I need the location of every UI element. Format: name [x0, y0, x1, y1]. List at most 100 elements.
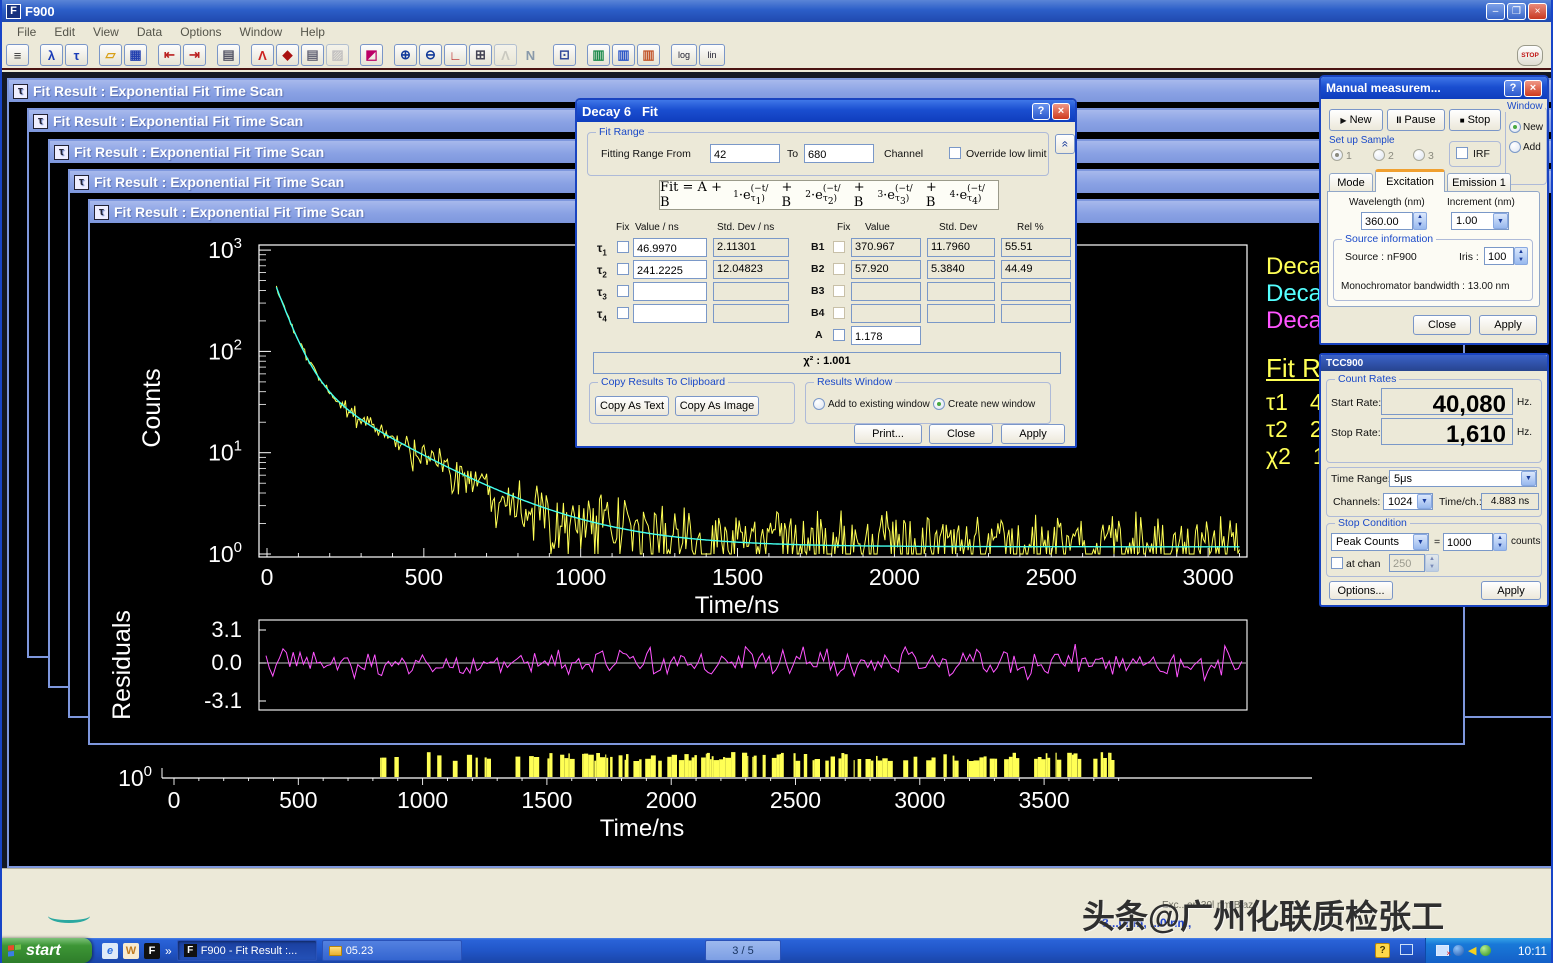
options-button[interactable]: Options...: [1329, 581, 1393, 600]
decay-fit-dialog[interactable]: Decay 6 Fit ? × Fit Range Fitting Range …: [575, 98, 1077, 448]
fix-a-checkbox[interactable]: [833, 329, 845, 341]
menu-window[interactable]: Window: [231, 23, 292, 41]
at-chan-checkbox[interactable]: [1331, 557, 1343, 569]
at-chan-input[interactable]: [1389, 554, 1425, 572]
copy-as-image-button[interactable]: Copy As Image: [675, 396, 759, 416]
iris-spinner[interactable]: ▲▼: [1514, 247, 1528, 265]
menu-help[interactable]: Help: [291, 23, 334, 41]
updates-icon[interactable]: [1453, 945, 1464, 956]
tau-value-input[interactable]: [633, 282, 707, 301]
tau-value-input[interactable]: [633, 238, 707, 257]
quicklaunch-overflow-chevron[interactable]: »: [165, 944, 172, 958]
lin-scale-button[interactable]: lin: [699, 44, 725, 66]
shift-scans-icon[interactable]: ▥: [637, 44, 660, 66]
sample-3-radio[interactable]: [1413, 149, 1425, 161]
task-button[interactable]: FF900 - Fit Result :...: [177, 940, 317, 961]
tau-value-input[interactable]: [633, 304, 707, 323]
restore-button[interactable]: ❐: [1507, 3, 1526, 20]
close-icon[interactable]: ×: [1524, 80, 1542, 97]
time-range-dropdown[interactable]: 5μs: [1389, 470, 1537, 487]
window-tray-icon[interactable]: [1400, 944, 1413, 955]
tab-emission-1[interactable]: Emission 1: [1447, 173, 1511, 192]
zoom-out-icon[interactable]: ⊖: [419, 44, 442, 66]
fix-b-checkbox[interactable]: [833, 307, 845, 319]
palette-icon[interactable]: ◩: [360, 44, 383, 66]
export-data-icon[interactable]: ⇥: [183, 44, 206, 66]
tcc900-panel[interactable]: TCC900 Count Rates Start Rate: 40,080 Hz…: [1319, 353, 1549, 607]
nvidia-tray-icon[interactable]: [1480, 945, 1491, 956]
manual-apply-button[interactable]: Apply: [1479, 315, 1537, 335]
grid-icon[interactable]: ⊞: [469, 44, 492, 66]
fit-curve-icon[interactable]: Λ: [251, 44, 274, 66]
irf-checkbox[interactable]: [1456, 147, 1468, 159]
open-file-icon[interactable]: ▱: [99, 44, 122, 66]
tab-mode[interactable]: Mode: [1329, 173, 1373, 192]
menu-file[interactable]: File: [8, 23, 45, 41]
f900-quicklaunch-icon[interactable]: F: [144, 943, 160, 959]
combine-scans-icon[interactable]: ▥: [587, 44, 610, 66]
menu-options[interactable]: Options: [171, 23, 230, 41]
volume-icon[interactable]: ◀: [1468, 944, 1476, 957]
tau-value-input[interactable]: [633, 260, 707, 279]
fix-tau-checkbox[interactable]: [617, 307, 629, 319]
task-button[interactable]: 05.23: [322, 940, 462, 961]
close-icon[interactable]: ×: [1052, 103, 1070, 120]
stop-measurement-button[interactable]: ■ Stop: [1449, 109, 1501, 131]
dialog-close-button[interactable]: Close: [929, 424, 993, 444]
menu-edit[interactable]: Edit: [45, 23, 84, 41]
pause-measurement-button[interactable]: II Pause: [1387, 109, 1445, 131]
sample-2-radio[interactable]: [1373, 149, 1385, 161]
copy-as-text-button[interactable]: Copy As Text: [595, 396, 669, 416]
override-checkbox[interactable]: [949, 147, 961, 159]
menu-toggle-icon[interactable]: ≡: [6, 44, 29, 66]
menu-view[interactable]: View: [84, 23, 128, 41]
diamond-tool-icon[interactable]: ◆: [276, 44, 299, 66]
help-tray-icon[interactable]: ?: [1375, 943, 1390, 958]
collapse-chevron-button[interactable]: «: [1055, 134, 1075, 154]
a-value-input[interactable]: [851, 326, 921, 345]
minimize-button[interactable]: –: [1486, 3, 1505, 20]
manual-close-button[interactable]: Close: [1413, 315, 1471, 335]
print-button[interactable]: Print...: [854, 424, 922, 444]
iris-input[interactable]: [1484, 247, 1514, 265]
peak-icon[interactable]: Λ: [494, 44, 517, 66]
window-new-radio[interactable]: [1509, 121, 1521, 133]
fix-b-checkbox[interactable]: [833, 241, 845, 253]
axes-icon[interactable]: ∟: [444, 44, 467, 66]
close-button[interactable]: ×: [1528, 3, 1547, 20]
stop-counts-input[interactable]: [1443, 533, 1493, 551]
print-icon[interactable]: ▤: [217, 44, 240, 66]
create-new-window-radio[interactable]: [933, 398, 945, 410]
scale-scans-icon[interactable]: ▥: [612, 44, 635, 66]
menu-data[interactable]: Data: [128, 23, 171, 41]
fix-tau-checkbox[interactable]: [617, 241, 629, 253]
chevron-down-icon[interactable]: ▼: [1417, 494, 1432, 509]
save-icon[interactable]: ▦: [124, 44, 147, 66]
chevron-down-icon[interactable]: ▼: [1413, 534, 1428, 550]
manual-measurement-panel[interactable]: Manual measurem... ? × ▶ New II Pause ■ …: [1319, 75, 1549, 345]
zoom-in-icon[interactable]: ⊕: [394, 44, 417, 66]
wavelength-input[interactable]: [1361, 212, 1413, 230]
ie-quicklaunch-icon[interactable]: e: [102, 943, 118, 959]
chevron-down-icon[interactable]: ▼: [1493, 213, 1508, 229]
stop-counts-spinner[interactable]: ▲▼: [1493, 533, 1507, 551]
import-data-icon[interactable]: ⇤: [158, 44, 181, 66]
help-icon[interactable]: ?: [1032, 103, 1050, 120]
page-indicator[interactable]: 3 / 5: [705, 940, 781, 961]
new-measurement-button[interactable]: ▶ New: [1329, 109, 1383, 131]
normalise-icon[interactable]: N: [519, 44, 542, 66]
tab-excitation[interactable]: Excitation: [1375, 169, 1445, 192]
sample-1-radio[interactable]: [1331, 149, 1343, 161]
window-add-radio[interactable]: [1509, 141, 1521, 153]
stop-round-button[interactable]: STOP: [1517, 45, 1543, 66]
dialog-apply-button[interactable]: Apply: [1001, 424, 1065, 444]
lambda-scan-icon[interactable]: λ: [40, 44, 63, 66]
fix-b-checkbox[interactable]: [833, 285, 845, 297]
stamp-icon[interactable]: ▨: [326, 44, 349, 66]
msn-quicklaunch-icon[interactable]: W: [123, 943, 139, 959]
chevron-down-icon[interactable]: ▼: [1521, 471, 1536, 486]
wavelength-spinner[interactable]: ▲▼: [1413, 212, 1427, 230]
window-properties-icon[interactable]: ⊡: [553, 44, 576, 66]
log-scale-button[interactable]: log: [671, 44, 697, 66]
fix-tau-checkbox[interactable]: [617, 263, 629, 275]
